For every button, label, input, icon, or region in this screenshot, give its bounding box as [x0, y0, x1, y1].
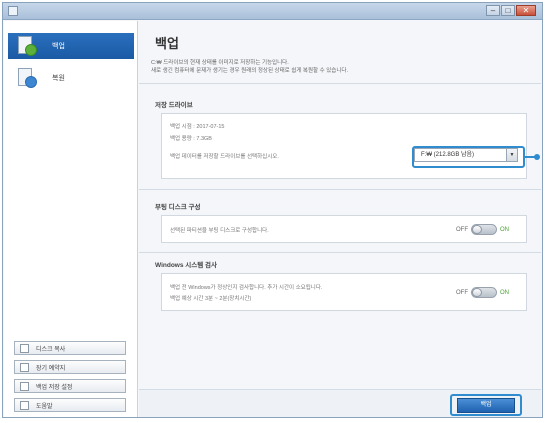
toggle-on-label: ON — [500, 226, 509, 233]
help-button[interactable]: 도움말 — [14, 398, 126, 412]
target-drive-section-title: 저장 드라이브 — [155, 102, 193, 109]
windows-check-toggle[interactable]: OFF ON — [456, 287, 509, 298]
sidebar-item-label: 백업 — [52, 43, 65, 50]
drive-select-prompt: 백업 데이터를 저장할 드라이브를 선택하십시오. — [170, 154, 279, 160]
schedule-icon — [20, 362, 29, 372]
backup-size-label: 백업 용량 : 7.3GB — [170, 136, 212, 142]
page-description: C:₩ 드라이브의 현재 상태를 이미지로 저장하는 기능입니다. 새로 생긴 … — [151, 59, 348, 75]
windows-check-line-2: 백업 예상 시간 3분 ~ 2분(장치시간) — [170, 296, 252, 302]
window-controls: – □ ✕ — [486, 5, 536, 16]
partition-description: 선택된 파티션을 부팅 디스크로 구성합니다. — [170, 228, 269, 234]
windows-check-section-title: Windows 시스템 검사 — [155, 262, 217, 269]
toggle-off-label: OFF — [456, 289, 468, 296]
partition-panel: 선택된 파티션을 부팅 디스크로 구성합니다. OFF ON — [161, 215, 527, 243]
sidebar: 백업 복원 디스크 복사 장기 예약지 백업 저장 설정 도움말 — [4, 21, 138, 417]
description-line-2: 새로 생긴 컴퓨터에 문제가 생기는 경우 원래의 정상된 상태로 쉽게 복원할… — [151, 68, 348, 74]
close-button[interactable]: ✕ — [516, 5, 536, 16]
divider — [139, 252, 541, 253]
windows-check-panel: 백업 전 Windows가 정상인지 검사합니다. 추가 시간이 소요됩니다. … — [161, 273, 527, 311]
restore-doc-icon — [16, 67, 38, 89]
partition-section-title: 부팅 디스크 구성 — [155, 204, 201, 211]
title-bar[interactable]: – □ ✕ — [3, 3, 542, 20]
disk-copy-icon — [20, 343, 29, 353]
settings-icon — [20, 381, 29, 391]
description-line-1: C:₩ 드라이브의 현재 상태를 이미지로 저장하는 기능입니다. — [151, 60, 289, 66]
backup-settings-label: 백업 저장 설정 — [36, 384, 73, 391]
divider — [139, 83, 541, 84]
app-window: – □ ✕ 백업 복원 디스크 복사 장기 예약지 백업 저장 설정 도움말 백… — [2, 2, 543, 418]
main-pane: 백업 C:₩ 드라이브의 현재 상태를 이미지로 저장하는 기능입니다. 새로 … — [139, 21, 541, 417]
sidebar-item-backup[interactable]: 백업 — [8, 33, 134, 59]
backup-time-label: 백업 시점 : 2017-07-15 — [170, 124, 225, 130]
disk-copy-label: 디스크 복사 — [36, 346, 66, 353]
callout-dot — [534, 154, 540, 160]
sidebar-item-label: 복원 — [52, 75, 65, 82]
backup-settings-button[interactable]: 백업 저장 설정 — [14, 379, 126, 393]
backup-button-highlight — [450, 394, 522, 416]
help-label: 도움말 — [36, 403, 53, 410]
divider — [139, 189, 541, 190]
toggle-knob[interactable] — [472, 225, 482, 234]
drive-select-highlight — [412, 146, 525, 168]
toggle-switch[interactable] — [471, 287, 497, 298]
minimize-button[interactable]: – — [486, 5, 500, 16]
page-title: 백업 — [155, 36, 179, 51]
help-icon — [20, 400, 29, 410]
windows-check-line-1: 백업 전 Windows가 정상인지 검사합니다. 추가 시간이 소요됩니다. — [170, 285, 323, 291]
sidebar-item-restore[interactable]: 복원 — [8, 65, 134, 91]
toggle-off-label: OFF — [456, 226, 468, 233]
backup-doc-icon — [16, 35, 38, 57]
disk-copy-button[interactable]: 디스크 복사 — [14, 341, 126, 355]
partition-toggle[interactable]: OFF ON — [456, 224, 509, 235]
toggle-switch[interactable] — [471, 224, 497, 235]
toggle-on-label: ON — [500, 289, 509, 296]
sidebar-buttons: 디스크 복사 장기 예약지 백업 저장 설정 도움말 — [14, 341, 126, 417]
toggle-knob[interactable] — [472, 288, 482, 297]
maximize-button[interactable]: □ — [501, 5, 515, 16]
schedule-button[interactable]: 장기 예약지 — [14, 360, 126, 374]
app-icon — [8, 6, 18, 16]
schedule-label: 장기 예약지 — [36, 365, 66, 372]
